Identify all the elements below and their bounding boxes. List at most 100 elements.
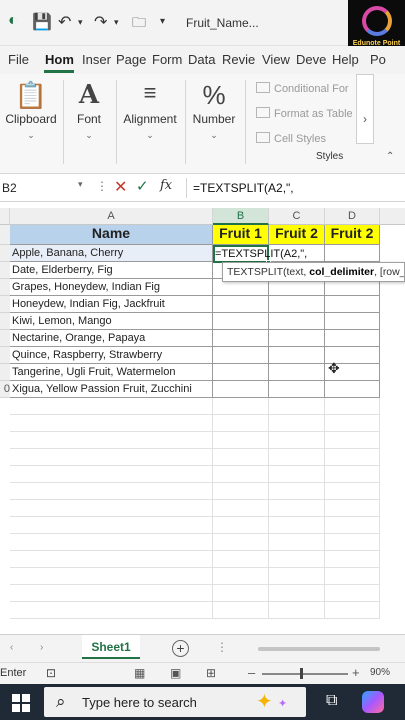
tab-power-pivot[interactable]: Po <box>370 52 386 67</box>
empty-cell[interactable] <box>269 449 325 466</box>
empty-cell[interactable] <box>213 602 269 619</box>
column-header-e[interactable] <box>380 208 405 225</box>
empty-cell[interactable] <box>10 483 213 500</box>
open-folder-icon[interactable]: 🗀 <box>132 12 146 36</box>
collapse-ribbon-icon[interactable]: ⌃ <box>386 151 394 162</box>
tab-insert[interactable]: Inser <box>82 52 111 67</box>
chevron-right-icon[interactable]: › <box>40 642 43 653</box>
table-row-name-cell[interactable]: Xigua, Yellow Passion Fruit, Zucchini <box>10 381 213 398</box>
table-cell[interactable] <box>325 245 380 262</box>
function-tooltip[interactable]: TEXTSPLIT(text, col_delimiter, [row_ <box>222 262 405 282</box>
empty-cell[interactable] <box>213 415 269 432</box>
add-sheet-icon[interactable]: + <box>172 640 189 657</box>
table-cell[interactable] <box>213 364 269 381</box>
empty-cell[interactable] <box>213 517 269 534</box>
table-row-name-cell[interactable]: Honeydew, Indian Fig, Jackfruit <box>10 296 213 313</box>
empty-cell[interactable] <box>213 483 269 500</box>
row-header[interactable] <box>0 313 10 330</box>
empty-cell[interactable] <box>10 517 213 534</box>
table-cell[interactable] <box>325 330 380 347</box>
table-cell[interactable] <box>213 381 269 398</box>
zoom-level[interactable]: 90% <box>370 667 390 678</box>
conditional-formatting-button[interactable]: Conditional For <box>256 82 349 95</box>
empty-cell[interactable] <box>325 415 380 432</box>
empty-cell[interactable] <box>269 432 325 449</box>
empty-cell[interactable] <box>325 398 380 415</box>
header-cell-fruit1[interactable]: Fruit 1 <box>213 225 269 245</box>
save-icon[interactable]: 💾 <box>32 12 52 32</box>
font-group[interactable]: A Font ⌄ <box>64 74 114 168</box>
empty-cell[interactable] <box>269 517 325 534</box>
table-cell[interactable] <box>213 347 269 364</box>
enter-check-icon[interactable]: ✓ <box>136 177 149 195</box>
table-cell[interactable] <box>269 364 325 381</box>
empty-cell[interactable] <box>213 534 269 551</box>
header-cell-fruit3[interactable]: Fruit 2 <box>325 225 380 245</box>
more-options-icon[interactable]: ⋮ <box>216 640 228 654</box>
table-cell[interactable] <box>269 296 325 313</box>
table-cell[interactable] <box>213 313 269 330</box>
table-cell[interactable] <box>213 330 269 347</box>
number-group[interactable]: % Number ⌄ <box>186 74 242 168</box>
chevron-left-icon[interactable]: ‹ <box>10 642 13 653</box>
empty-cell[interactable] <box>10 534 213 551</box>
column-header-d[interactable]: D <box>325 208 380 225</box>
alignment-group[interactable]: ≡ Alignment ⌄ <box>117 74 183 168</box>
table-row-name-cell[interactable]: Kiwi, Lemon, Mango <box>10 313 213 330</box>
empty-cell[interactable] <box>213 466 269 483</box>
empty-cell[interactable] <box>325 568 380 585</box>
quick-access-dropdown-icon[interactable]: ▾ <box>160 16 165 27</box>
empty-cell[interactable] <box>325 500 380 517</box>
empty-cell[interactable] <box>213 398 269 415</box>
cell-styles-button[interactable]: Cell Styles <box>256 132 326 145</box>
redo-dropdown-icon[interactable]: ▾ <box>114 17 119 28</box>
column-header-b[interactable]: B <box>213 208 269 225</box>
empty-cell[interactable] <box>325 432 380 449</box>
empty-cell[interactable] <box>10 585 213 602</box>
table-cell[interactable] <box>269 313 325 330</box>
table-row-name-cell[interactable]: Quince, Raspberry, Strawberry <box>10 347 213 364</box>
empty-cell[interactable] <box>10 432 213 449</box>
tab-formulas[interactable]: Form <box>152 52 182 67</box>
table-row-name-cell[interactable]: Apple, Banana, Cherry <box>10 245 213 262</box>
row-header[interactable] <box>0 364 10 381</box>
ribbon-more-button[interactable]: › <box>356 74 374 144</box>
empty-cell[interactable] <box>325 602 380 619</box>
row-header[interactable] <box>0 245 10 262</box>
horizontal-scrollbar[interactable] <box>258 647 380 651</box>
table-cell[interactable] <box>325 296 380 313</box>
normal-view-icon[interactable]: ▦ <box>134 666 145 680</box>
empty-cell[interactable] <box>10 551 213 568</box>
empty-cell[interactable] <box>213 568 269 585</box>
empty-cell[interactable] <box>213 551 269 568</box>
table-cell[interactable] <box>325 313 380 330</box>
table-cell[interactable] <box>269 347 325 364</box>
empty-cell[interactable] <box>213 500 269 517</box>
undo-dropdown-icon[interactable]: ▾ <box>78 17 83 28</box>
zoom-in-icon[interactable]: + <box>352 665 360 680</box>
row-header[interactable]: 0 <box>0 381 10 398</box>
empty-cell[interactable] <box>269 415 325 432</box>
page-break-icon[interactable]: ⊞ <box>206 666 216 680</box>
empty-cell[interactable] <box>269 551 325 568</box>
empty-cell[interactable] <box>325 551 380 568</box>
empty-cell[interactable] <box>325 466 380 483</box>
table-cell[interactable] <box>269 381 325 398</box>
column-header-c[interactable]: C <box>269 208 325 225</box>
empty-cell[interactable] <box>269 466 325 483</box>
empty-cell[interactable] <box>10 500 213 517</box>
table-row-name-cell[interactable]: Tangerine, Ugli Fruit, Watermelon <box>10 364 213 381</box>
zoom-slider[interactable] <box>262 673 348 675</box>
empty-cell[interactable] <box>269 500 325 517</box>
table-cell[interactable] <box>269 330 325 347</box>
copilot-icon[interactable] <box>362 691 384 713</box>
row-header[interactable] <box>0 347 10 364</box>
empty-cell[interactable] <box>10 568 213 585</box>
cancel-icon[interactable]: ✕ <box>114 177 127 197</box>
empty-cell[interactable] <box>213 449 269 466</box>
worksheet-grid[interactable]: A B C D Name Fruit 1 Fruit 2 Fruit 2 App… <box>0 202 405 634</box>
header-cell-fruit2[interactable]: Fruit 2 <box>269 225 325 245</box>
empty-cell[interactable] <box>269 483 325 500</box>
active-cell-formula[interactable]: =TEXTSPLIT(A2,", <box>215 247 315 261</box>
empty-cell[interactable] <box>325 585 380 602</box>
